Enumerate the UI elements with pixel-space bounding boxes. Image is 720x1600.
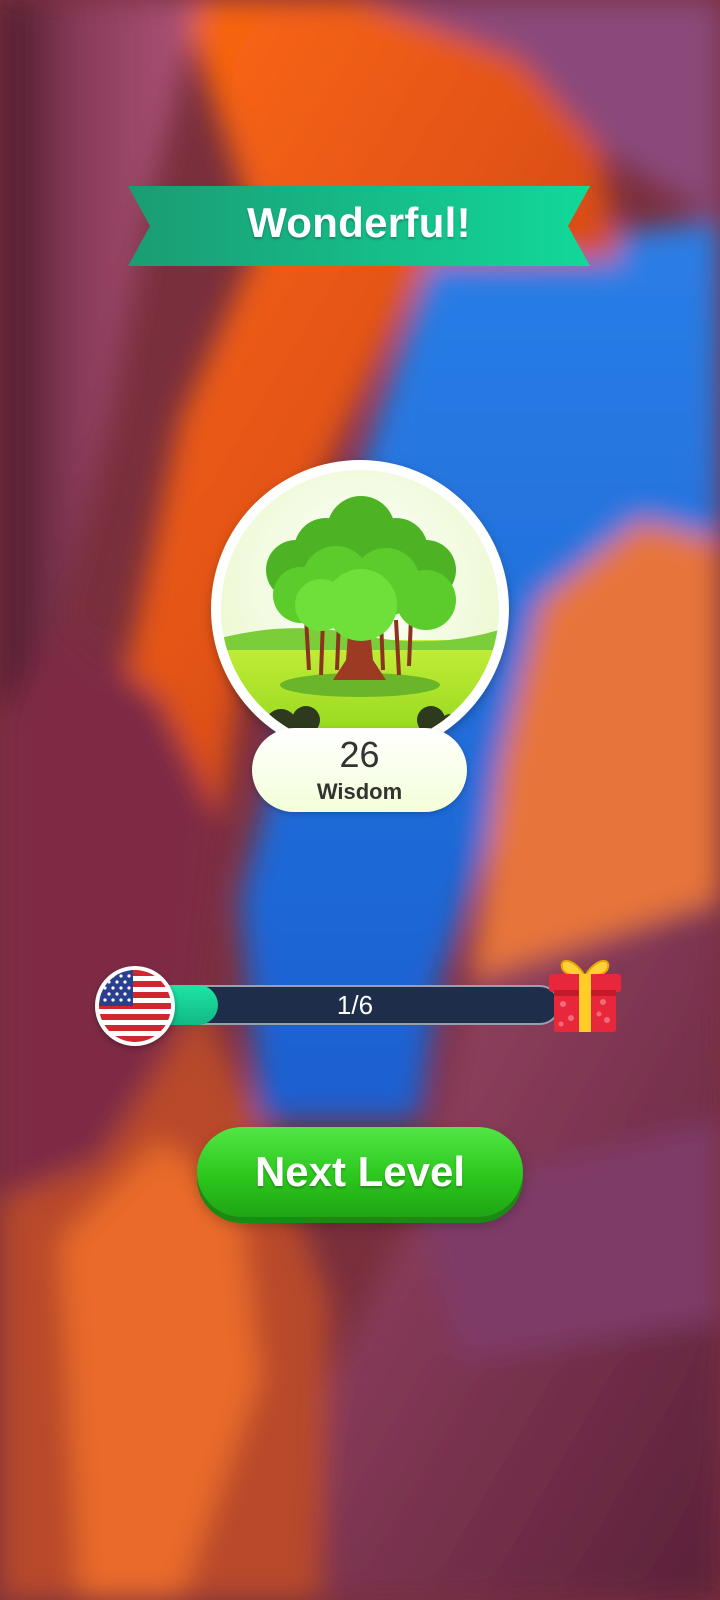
banner-title: Wonderful! <box>247 199 471 246</box>
us-flag-icon <box>95 966 175 1046</box>
progress-text: 1/6 <box>336 990 374 1020</box>
level-badge <box>211 460 509 758</box>
progress-bar: 1/6 <box>150 985 560 1025</box>
banyan-tree-icon <box>221 470 499 748</box>
next-level-label: Next Level <box>254 1148 466 1195</box>
score-pill: 26 Wisdom <box>252 728 467 812</box>
gift-box-icon[interactable] <box>545 952 625 1036</box>
score-label: Wisdom <box>316 779 403 804</box>
score-number: 26 <box>339 734 380 775</box>
ribbon-banner: Wonderful! <box>128 186 590 266</box>
next-level-button[interactable]: Next Level <box>197 1127 523 1217</box>
